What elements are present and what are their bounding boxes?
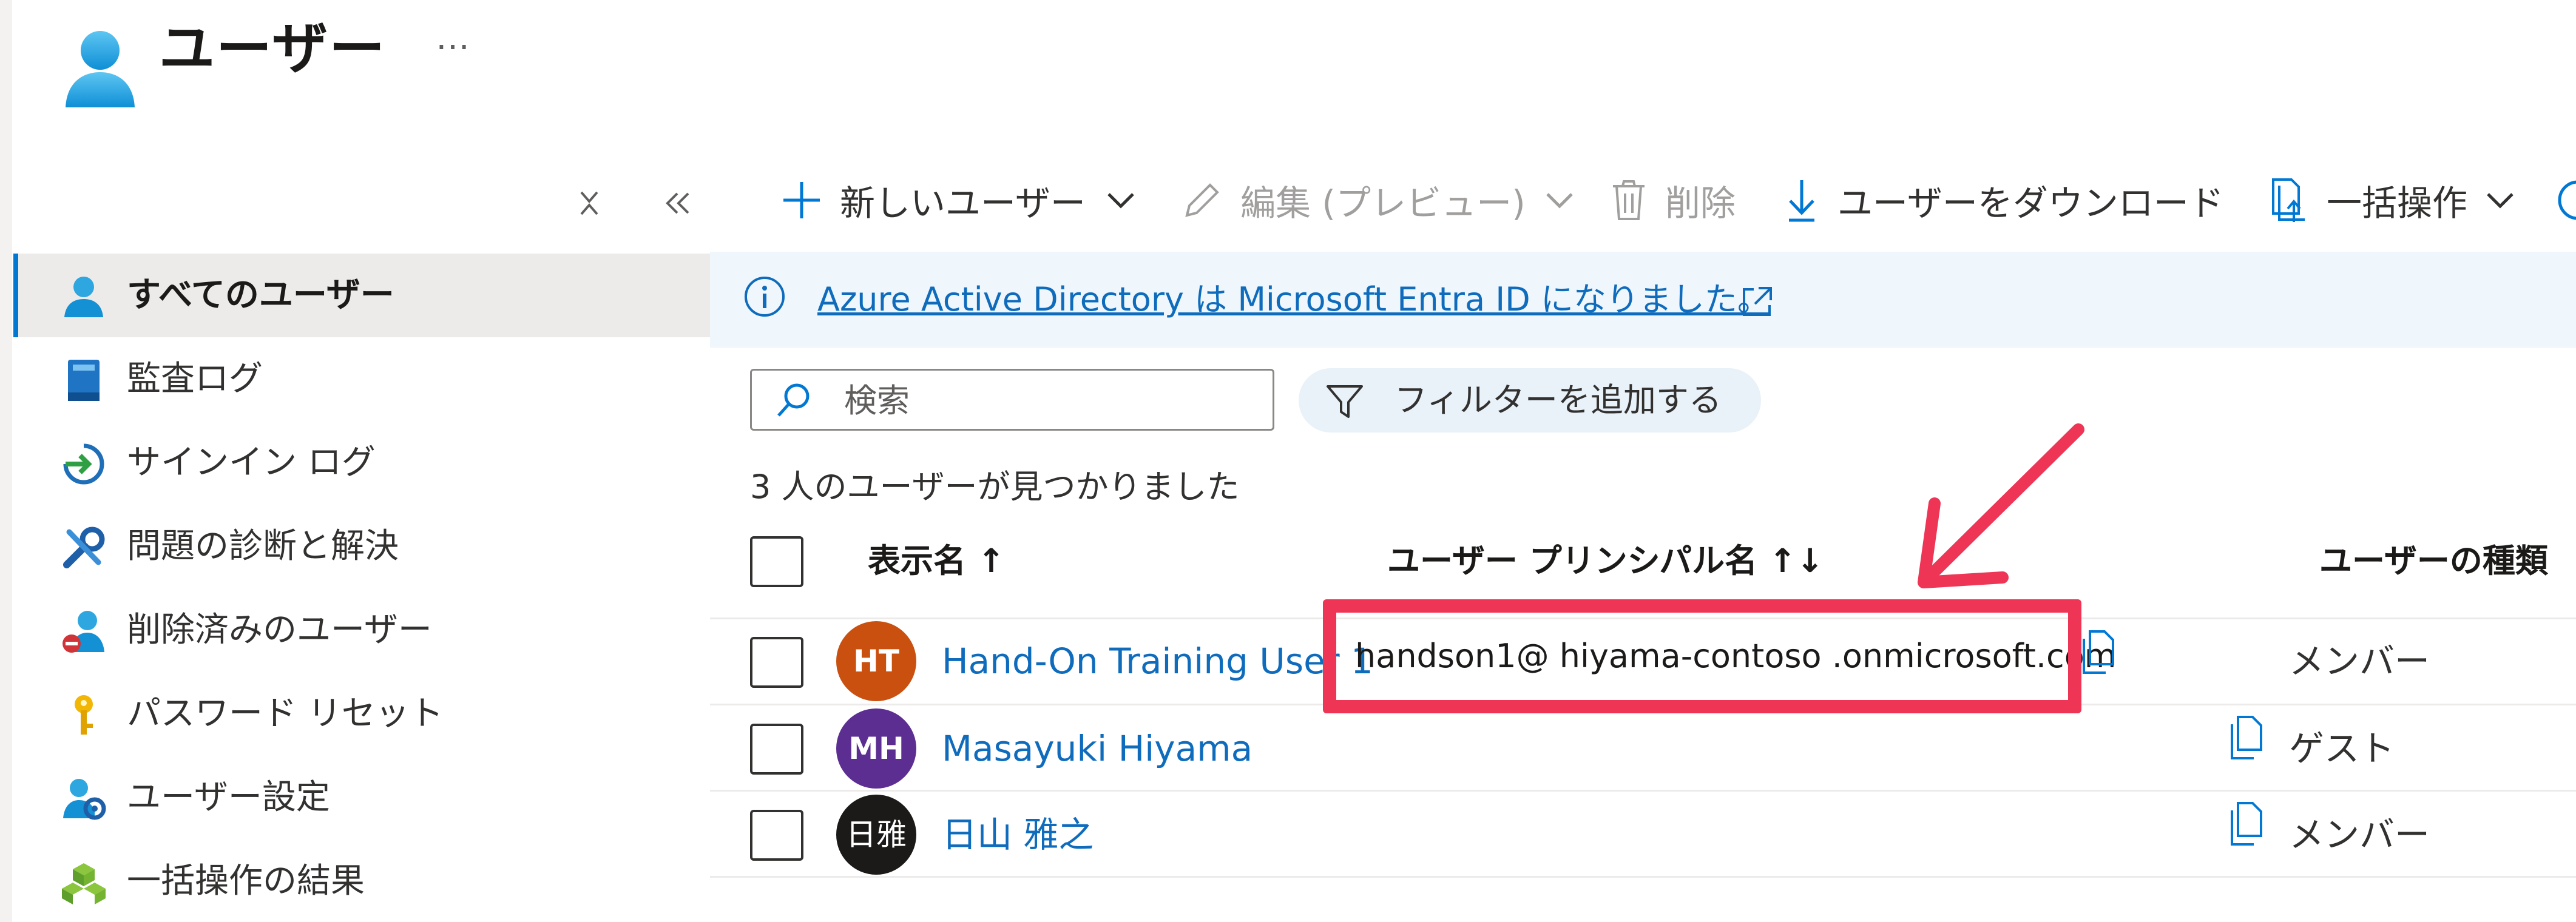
copy-icon[interactable]: [2078, 629, 2121, 678]
sidebar-item-label: サインイン ログ: [127, 443, 376, 482]
download-icon: [1787, 178, 1817, 223]
deleted-user-icon: [61, 608, 107, 654]
sidebar-item-label: すべてのユーザー: [127, 275, 394, 315]
sidebar-item-password-reset[interactable]: パスワード リセット: [13, 672, 710, 756]
new-user-label: 新しいユーザー: [840, 183, 1086, 224]
users-header-icon: [61, 27, 140, 112]
entra-id-link[interactable]: Azure Active Directory は Microsoft Entra…: [817, 252, 1770, 348]
refresh-icon[interactable]: [2556, 176, 2576, 224]
bulk-operations-label: 一括操作: [2327, 183, 2468, 224]
sidebar-item-all-users[interactable]: すべてのユーザー: [13, 254, 710, 337]
sidebar-item-sign-in-logs[interactable]: サインイン ログ: [13, 421, 710, 505]
users-page: ユーザー … すべてのユーザー 監査ログ サインイン ログ 問題の診断と解決 削…: [0, 0, 2576, 922]
select-all-checkbox[interactable]: [750, 536, 803, 587]
bulk-operations-button[interactable]: 一括操作: [2270, 167, 2549, 234]
user-icon: [61, 274, 107, 320]
sidebar-item-label: 問題の診断と解決: [127, 527, 399, 566]
avatar: HT: [836, 621, 916, 701]
user-type-value: メンバー: [2289, 814, 2430, 855]
sidebar-item-label: 監査ログ: [127, 359, 263, 399]
user-settings-icon: [61, 776, 107, 822]
column-header-upn[interactable]: ユーザー プリンシパル名 ↑↓: [1387, 531, 1824, 591]
user-type-value: メンバー: [2289, 641, 2430, 682]
row-checkbox[interactable]: [750, 724, 803, 775]
result-count: 3 人のユーザーが見つかりました: [750, 468, 1240, 506]
info-icon: [743, 275, 786, 318]
chevron-down-icon: [1544, 188, 1575, 212]
delete-button[interactable]: 削除: [1611, 167, 1756, 234]
page-title: ユーザー: [159, 16, 387, 81]
sidebar-item-deleted-users[interactable]: 削除済みのユーザー: [13, 588, 710, 672]
copy-icon[interactable]: [2226, 715, 2270, 763]
download-users-button[interactable]: ユーザーをダウンロード: [1787, 167, 2229, 234]
search-input[interactable]: [843, 371, 1258, 430]
user-name-link[interactable]: 日山 雅之: [942, 795, 1094, 875]
search-box[interactable]: [750, 369, 1274, 431]
wrench-icon: [61, 525, 107, 571]
add-filter-label: フィルターを追加する: [1394, 381, 1722, 419]
row-divider: [710, 790, 2576, 792]
plus-icon: [780, 179, 823, 221]
more-options-button[interactable]: …: [436, 18, 473, 58]
sidebar-item-user-settings[interactable]: ユーザー設定: [13, 756, 710, 840]
info-banner: Azure Active Directory は Microsoft Entra…: [710, 252, 2576, 348]
chevron-down-icon: [2484, 188, 2516, 212]
left-edge: [0, 0, 12, 922]
external-link-icon[interactable]: [1739, 284, 1774, 320]
user-type-value: ゲスト: [2289, 728, 2395, 769]
edit-preview-button[interactable]: 編集 (プレビュー): [1181, 167, 1575, 234]
collapse-sidebar-icon[interactable]: [660, 185, 697, 221]
audit-log-icon: [61, 357, 107, 403]
trash-icon: [1611, 179, 1647, 221]
row-checkbox[interactable]: [750, 810, 803, 861]
column-header-user-type[interactable]: ユーザーの種類: [2319, 531, 2548, 591]
sidebar-item-label: 削除済みのユーザー: [127, 610, 432, 650]
sidebar-item-label: パスワード リセット: [127, 694, 444, 733]
delete-label: 削除: [1665, 183, 1736, 224]
annotation-arrow-icon: [1899, 419, 2094, 594]
copy-icon[interactable]: [2226, 801, 2270, 849]
row-checkbox[interactable]: [750, 637, 803, 688]
user-name-link[interactable]: Hand-On Training User 1: [942, 621, 1373, 701]
chevron-down-icon: [1105, 188, 1137, 212]
bulk-operations-icon: [2270, 177, 2310, 223]
new-user-button[interactable]: 新しいユーザー: [780, 167, 1144, 234]
column-header-display-name[interactable]: 表示名 ↑: [868, 531, 1005, 591]
pencil-icon: [1181, 179, 1223, 221]
download-label: ユーザーをダウンロード: [1837, 183, 2224, 224]
add-filter-button[interactable]: フィルターを追加する: [1299, 368, 1761, 432]
close-sidebar-icon[interactable]: [574, 185, 604, 221]
sign-in-icon: [61, 441, 107, 487]
filter-icon: [1325, 382, 1364, 420]
search-icon: [774, 380, 814, 420]
sidebar-item-label: ユーザー設定: [127, 778, 330, 817]
edit-label: 編集 (プレビュー): [1240, 183, 1526, 224]
annotation-highlight-box: [1323, 599, 2081, 713]
sidebar-item-label: 一括操作の結果: [127, 861, 365, 901]
user-name-link[interactable]: Masayuki Hiyama: [942, 708, 1253, 789]
key-icon: [61, 692, 107, 738]
avatar: 日雅: [836, 795, 916, 875]
bulk-results-icon: [61, 860, 107, 906]
row-divider: [710, 876, 2576, 878]
sidebar-item-diagnose[interactable]: 問題の診断と解決: [13, 505, 710, 588]
avatar: MH: [836, 708, 916, 789]
sidebar-item-bulk-results[interactable]: 一括操作の結果: [13, 840, 710, 922]
sidebar-item-audit-logs[interactable]: 監査ログ: [13, 337, 710, 421]
